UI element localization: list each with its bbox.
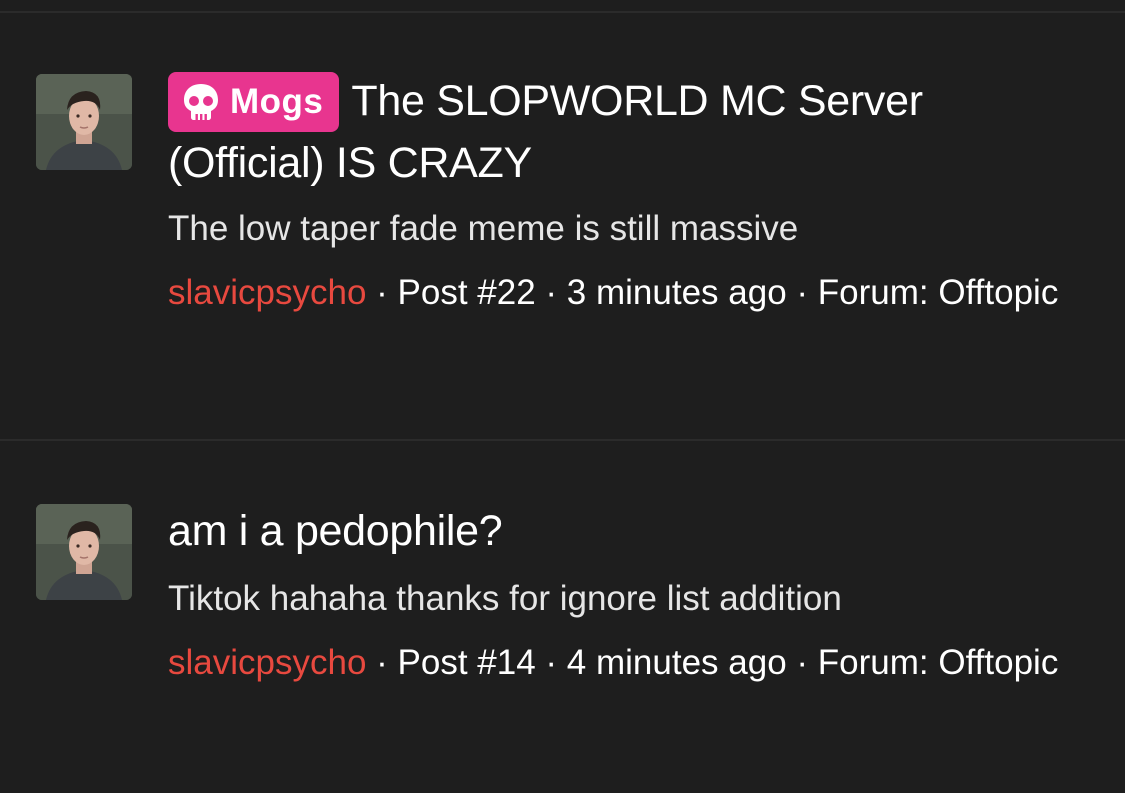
result-content: am i a pedophile? Tiktok hahaha thanks f…: [168, 500, 1068, 690]
divider: [0, 439, 1125, 441]
meta-separator: ·: [366, 643, 398, 682]
result-meta: slavicpsycho · Post #14 · 4 minutes ago …: [168, 636, 1068, 690]
avatar[interactable]: [36, 504, 132, 600]
forum-link[interactable]: Offtopic: [938, 273, 1058, 312]
forum-label: Forum:: [817, 643, 939, 682]
avatar[interactable]: [36, 74, 132, 170]
prefix-label: Mogs: [230, 82, 324, 121]
thread-prefix-badge[interactable]: Mogs: [168, 72, 340, 132]
meta-separator: ·: [786, 273, 818, 312]
post-snippet: The low taper fade meme is still massive: [168, 209, 799, 248]
forum-link[interactable]: Offtopic: [938, 643, 1058, 682]
search-results-feed: Mogs The SLOPWORLD MC Server (Official) I…: [0, 0, 1125, 793]
thread-title-text[interactable]: am i a pedophile?: [168, 507, 503, 555]
forum-label: Forum:: [817, 273, 939, 312]
result-content: Mogs The SLOPWORLD MC Server (Official) I…: [168, 70, 1068, 320]
meta-separator: ·: [535, 273, 567, 312]
post-snippet: Tiktok hahaha thanks for ignore list add…: [168, 579, 842, 618]
meta-separator: ·: [535, 643, 567, 682]
result-meta: slavicpsycho · Post #22 · 3 minutes ago …: [168, 266, 1068, 320]
post-number[interactable]: Post #22: [398, 273, 536, 312]
thread-title[interactable]: Mogs The SLOPWORLD MC Server (Official) I…: [168, 70, 1068, 194]
username-link[interactable]: slavicpsycho: [168, 643, 366, 682]
thread-title[interactable]: am i a pedophile?: [168, 500, 1068, 562]
username-link[interactable]: slavicpsycho: [168, 273, 366, 312]
meta-separator: ·: [366, 273, 398, 312]
skull-icon: [184, 84, 218, 120]
post-time: 3 minutes ago: [566, 273, 787, 312]
meta-separator: ·: [786, 643, 818, 682]
post-number[interactable]: Post #14: [398, 643, 536, 682]
post-time: 4 minutes ago: [566, 643, 787, 682]
divider: [0, 11, 1125, 13]
